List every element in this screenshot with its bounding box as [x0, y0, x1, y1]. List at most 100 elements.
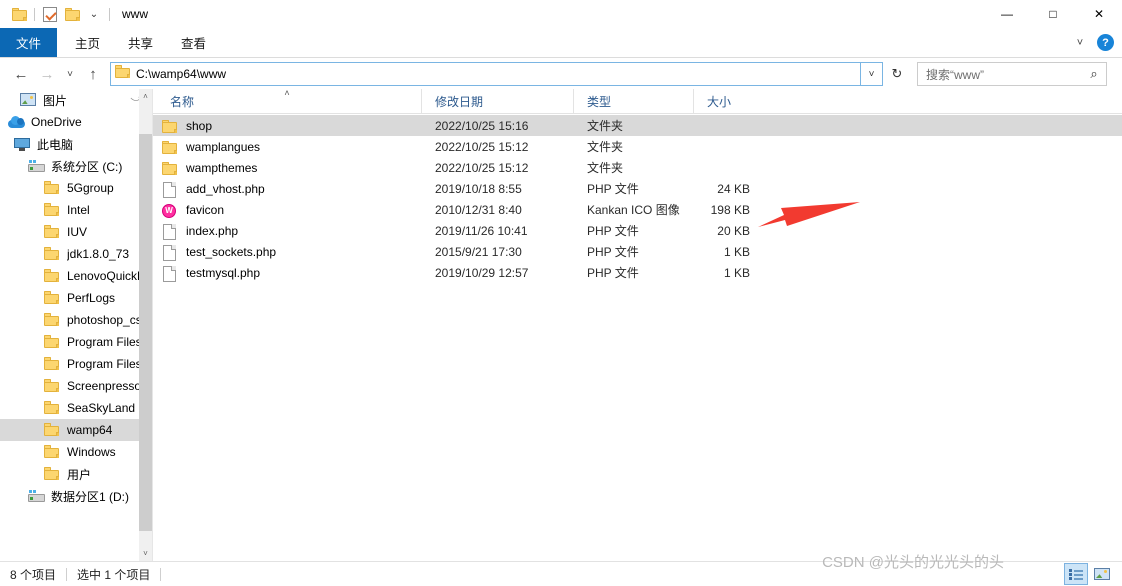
search-icon[interactable]: ⌕: [1086, 66, 1102, 82]
nav-item-[interactable]: 此电脑: [0, 133, 152, 155]
file-name-cell: wampthemes: [153, 157, 421, 178]
nav-item-(C)[interactable]: 系统分区 (C:): [0, 155, 152, 177]
tab-share[interactable]: 共享: [114, 28, 167, 57]
details-view-button[interactable]: [1064, 563, 1088, 585]
customize-caret-icon[interactable]: ⌄: [83, 3, 105, 25]
nav-item-jdk1.8.0_73[interactable]: jdk1.8.0_73: [0, 243, 152, 265]
selection-count-label: 选中 1 个项目: [77, 567, 151, 582]
column-header-date-label: 修改日期: [435, 94, 484, 109]
column-header-size[interactable]: 大小: [693, 88, 761, 114]
recent-locations-icon[interactable]: ˅: [60, 61, 80, 87]
folder-icon: [44, 334, 61, 350]
nav-item-label: OneDrive: [31, 115, 82, 129]
file-date-cell: 2019/10/29 12:57: [435, 265, 529, 280]
scrollbar-thumb[interactable]: [139, 134, 152, 531]
properties-checkbox-icon[interactable]: [39, 3, 61, 25]
nav-item-Windows[interactable]: Windows: [0, 441, 152, 463]
up-button[interactable]: ↑: [80, 61, 106, 87]
file-name-cell: Wfavicon: [153, 199, 421, 220]
search-input[interactable]: 搜索“www” ⌕: [917, 62, 1107, 86]
table-row[interactable]: test_sockets.php 2015/9/21 17:30 PHP 文件 1 K…: [153, 241, 1122, 262]
table-row[interactable]: index.php 2019/11/26 10:41 PHP 文件 20 KB: [153, 220, 1122, 241]
address-input[interactable]: C:\wamp64\www: [110, 62, 861, 86]
nav-item-1(D)[interactable]: 数据分区1 (D:): [0, 485, 152, 507]
nav-item-SeaSkyLand[interactable]: SeaSkyLand: [0, 397, 152, 419]
file-name-label: index.php: [186, 223, 239, 238]
file-icon: [162, 265, 179, 282]
folder-icon: [44, 180, 61, 196]
folder-icon: [44, 246, 61, 262]
scroll-up-icon[interactable]: ˄: [139, 89, 152, 104]
file-name-cell: add_vhost.php: [153, 178, 421, 199]
close-button[interactable]: ✕: [1076, 0, 1122, 28]
maximize-button[interactable]: □: [1030, 0, 1076, 28]
nav-item-label: SeaSkyLand: [67, 401, 136, 415]
navigation-scrollbar[interactable]: ˄ ˅: [139, 89, 152, 561]
tab-file[interactable]: 文件: [0, 28, 58, 57]
help-icon[interactable]: ?: [1097, 34, 1114, 51]
folder-icon: [44, 422, 61, 438]
file-name-cell: testmysql.php: [153, 262, 421, 283]
scroll-down-icon[interactable]: ˅: [139, 546, 152, 561]
nav-item-label: 此电脑: [37, 137, 74, 152]
back-button[interactable]: ←: [8, 61, 34, 87]
nav-item-label: Screenpresso: [67, 379, 142, 393]
file-size-cell: 1 KB: [723, 244, 750, 259]
nav-item-5Ggroup[interactable]: 5Ggroup: [0, 177, 152, 199]
nav-item-LenovoQuickFix[interactable]: LenovoQuickFix: [0, 265, 152, 287]
file-size-cell: [693, 157, 761, 178]
address-folder-icon: [115, 65, 130, 83]
file-name-cell: shop: [153, 115, 421, 136]
drive-icon: [28, 488, 45, 504]
table-row[interactable]: wampthemes 2022/10/25 15:12 文件夹: [153, 157, 1122, 178]
minimize-ribbon-icon[interactable]: ˅: [1069, 37, 1091, 49]
folder-icon: [44, 224, 61, 240]
ribbon-right-controls: ˅ ?: [1069, 28, 1122, 57]
nav-item-ProgramFiles(x86)[interactable]: Program Files (x86): [0, 353, 152, 375]
column-header-type[interactable]: 类型: [573, 88, 693, 114]
nav-item-Intel[interactable]: Intel: [0, 199, 152, 221]
window-title: www: [122, 7, 148, 21]
column-header-size-label: 大小: [707, 94, 732, 109]
folder-icon: [162, 118, 179, 134]
ribbon-tab-bar: 文件 主页 共享 查看 ˅ ?: [0, 28, 1122, 58]
tab-home[interactable]: 主页: [61, 28, 114, 57]
large-icons-view-icon: [1094, 568, 1110, 580]
address-dropdown-icon[interactable]: ˅: [861, 62, 883, 86]
table-row[interactable]: add_vhost.php 2019/10/18 8:55 PHP 文件 24 KB: [153, 178, 1122, 199]
folder-icon[interactable]: [8, 3, 30, 25]
folder-icon: [44, 268, 61, 284]
address-bar-row: ← → ˅ ↑ C:\wamp64\www ˅ ↻ 搜索“www” ⌕: [0, 59, 1122, 89]
table-row[interactable]: testmysql.php 2019/10/29 12:57 PHP 文件 1 KB: [153, 262, 1122, 283]
column-header-name[interactable]: 名称 ˄: [153, 88, 421, 114]
nav-item-[interactable]: 图片 ⤴: [0, 89, 152, 111]
file-icon: [162, 223, 179, 240]
nav-item-photoshop_cs6[interactable]: photoshop_cs6: [0, 309, 152, 331]
table-row[interactable]: wamplangues 2022/10/25 15:12 文件夹: [153, 136, 1122, 157]
file-date-cell: 2022/10/25 15:12: [435, 139, 529, 154]
table-row[interactable]: Wfavicon 2010/12/31 8:40 Kankan ICO 图像 198 …: [153, 199, 1122, 220]
nav-item-OneDrive[interactable]: OneDrive: [0, 111, 152, 133]
file-icon: [162, 244, 179, 261]
nav-item-[interactable]: 用户: [0, 463, 152, 485]
large-icons-view-button[interactable]: [1090, 563, 1114, 585]
ico-image-icon: W: [162, 202, 179, 218]
forward-button[interactable]: →: [34, 61, 60, 87]
tab-view[interactable]: 查看: [167, 28, 220, 57]
refresh-button[interactable]: ↻: [885, 62, 909, 86]
folder-icon: [44, 312, 61, 328]
column-header-date[interactable]: 修改日期: [421, 88, 573, 114]
column-header-name-label: 名称: [170, 94, 195, 109]
nav-item-wamp64[interactable]: wamp64: [0, 419, 152, 441]
nav-item-IUV[interactable]: IUV: [0, 221, 152, 243]
nav-item-label: jdk1.8.0_73: [67, 247, 130, 261]
folder-icon: [162, 160, 179, 176]
item-count-label: 8 个项目: [10, 567, 57, 582]
nav-item-ProgramFiles[interactable]: Program Files: [0, 331, 152, 353]
table-row[interactable]: shop 2022/10/25 15:16 文件夹: [153, 115, 1122, 136]
file-name-cell: test_sockets.php: [153, 241, 421, 262]
minimize-button[interactable]: —: [984, 0, 1030, 28]
new-folder-icon[interactable]: [61, 3, 83, 25]
nav-item-Screenpresso[interactable]: Screenpresso: [0, 375, 152, 397]
nav-item-PerfLogs[interactable]: PerfLogs: [0, 287, 152, 309]
